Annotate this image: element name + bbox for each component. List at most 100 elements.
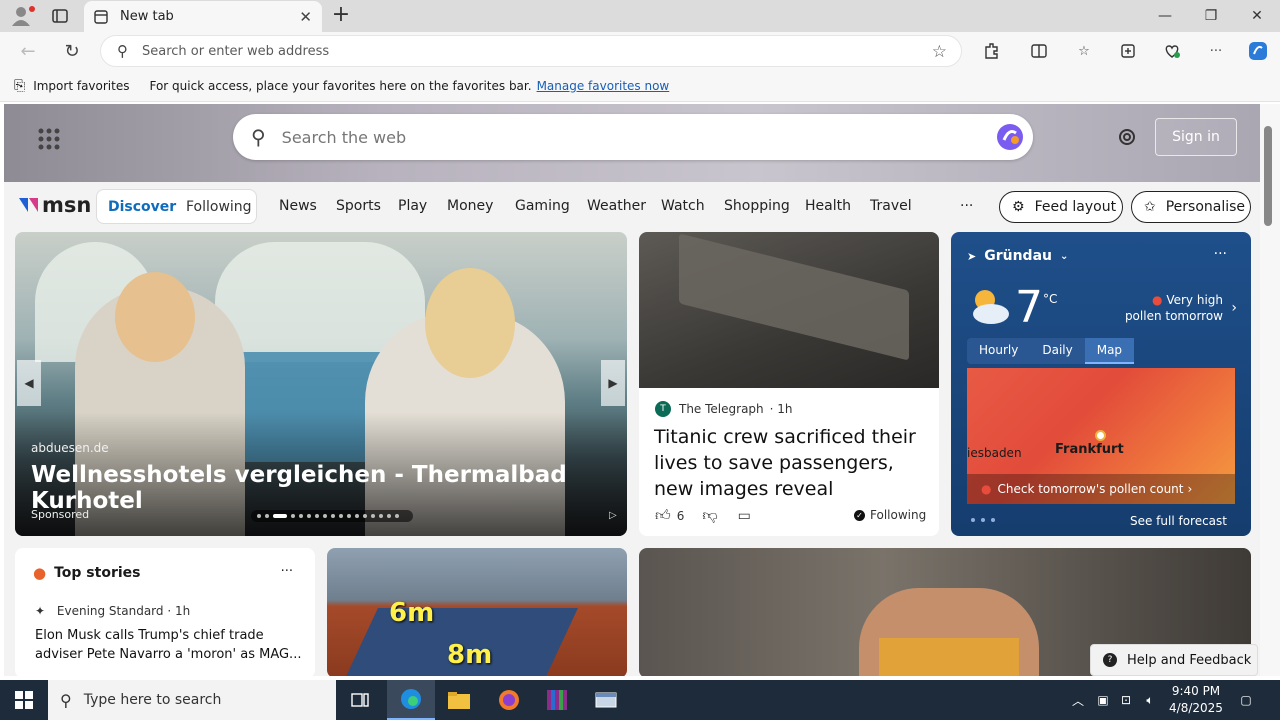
adchoices-icon[interactable]: ▷ bbox=[609, 510, 621, 522]
hero-card[interactable]: ◀ ▶ abduesen.de Wellnesshotels vergleich… bbox=[15, 232, 627, 536]
sign-in-button[interactable]: Sign in bbox=[1155, 118, 1237, 156]
tab-actions-icon[interactable] bbox=[50, 6, 70, 26]
story-age: · 1h bbox=[769, 402, 793, 416]
settings-gear-icon[interactable] bbox=[1116, 126, 1138, 148]
tab-new-tab[interactable]: New tab ✕ bbox=[84, 1, 322, 32]
news-card-titanic[interactable]: T The Telegraph · 1h Titanic crew sacrif… bbox=[639, 232, 939, 536]
tab-daily[interactable]: Daily bbox=[1030, 338, 1084, 364]
chevron-right-icon: › bbox=[1187, 482, 1193, 496]
back-button[interactable]: ← bbox=[17, 40, 39, 62]
msn-logo[interactable]: msn bbox=[16, 192, 91, 218]
settings-more-icon[interactable]: ··· bbox=[1206, 41, 1226, 61]
manage-favorites-link[interactable]: Manage favorites now bbox=[537, 79, 670, 93]
new-tab-button[interactable]: + bbox=[330, 4, 352, 27]
extensions-icon[interactable] bbox=[981, 41, 1001, 61]
personalise-button[interactable]: ✩ Personalise bbox=[1131, 191, 1251, 223]
weather-location[interactable]: ➤ Gründau ⌄ bbox=[967, 248, 1068, 264]
carousel-next-button[interactable]: ▶ bbox=[601, 360, 625, 406]
favorite-star-icon[interactable]: ☆ bbox=[932, 42, 947, 62]
top-story-source-text: Evening Standard · 1h bbox=[56, 604, 191, 618]
nav-shopping[interactable]: Shopping bbox=[724, 198, 790, 214]
winrar-icon[interactable] bbox=[533, 680, 581, 720]
pollen-alert[interactable]: ● Very high pollen tomorrow bbox=[1125, 292, 1223, 324]
nav-money[interactable]: Money bbox=[447, 198, 493, 214]
copilot-icon[interactable] bbox=[995, 122, 1025, 156]
chevron-right-icon[interactable]: › bbox=[1231, 300, 1237, 316]
partly-cloudy-icon bbox=[965, 282, 1013, 334]
comment-icon[interactable]: ▭ bbox=[738, 508, 751, 524]
browser-essentials-icon[interactable] bbox=[1162, 41, 1182, 61]
import-favorites-button[interactable]: Import favorites bbox=[33, 79, 129, 93]
carousel-prev-button[interactable]: ◀ bbox=[17, 360, 41, 406]
hero-headline[interactable]: Wellnesshotels vergleichen - Thermalbad … bbox=[31, 462, 627, 514]
following-badge[interactable]: ✓ Following bbox=[854, 508, 926, 522]
web-search-input[interactable]: ⚲ Search the web bbox=[233, 114, 1033, 160]
split-screen-icon[interactable] bbox=[1029, 41, 1049, 61]
nav-travel[interactable]: Travel bbox=[870, 198, 912, 214]
nav-news[interactable]: News bbox=[279, 198, 317, 214]
feed-layout-button[interactable]: ⚙ Feed layout bbox=[999, 191, 1123, 223]
close-tab-icon[interactable]: ✕ bbox=[299, 8, 312, 26]
tab-hourly[interactable]: Hourly bbox=[967, 338, 1030, 364]
tab-map[interactable]: Map bbox=[1084, 338, 1135, 364]
taskbar-search-placeholder: Type here to search bbox=[83, 692, 222, 708]
start-button[interactable] bbox=[0, 680, 48, 720]
collections-icon[interactable] bbox=[1118, 41, 1138, 61]
devices-icon[interactable]: ▣ bbox=[1093, 690, 1113, 710]
import-favorites-icon[interactable]: ⎘ bbox=[14, 78, 25, 94]
app-window-icon[interactable] bbox=[582, 680, 630, 720]
location-name: Gründau bbox=[984, 248, 1052, 264]
tab-title: New tab bbox=[120, 9, 174, 24]
thumbs-down-icon[interactable]: 👎︎ bbox=[702, 506, 717, 525]
tab-following[interactable]: Following bbox=[186, 199, 252, 215]
top-story-title[interactable]: Elon Musk calls Trump's chief trade advi… bbox=[35, 626, 303, 664]
notifications-icon[interactable]: ▢ bbox=[1236, 690, 1256, 710]
story-title[interactable]: Titanic crew sacrificed their lives to s… bbox=[654, 424, 929, 502]
minimize-button[interactable]: — bbox=[1142, 0, 1188, 32]
refresh-button[interactable]: ↻ bbox=[61, 40, 83, 62]
pollen-map[interactable]: iesbaden Frankfurt ● Check tomorrow's po… bbox=[967, 368, 1235, 504]
scrollbar-thumb[interactable] bbox=[1264, 126, 1272, 226]
nav-watch[interactable]: Watch bbox=[661, 198, 705, 214]
newtab-favicon-icon bbox=[94, 9, 108, 24]
nav-weather[interactable]: Weather bbox=[587, 198, 646, 214]
page-scrollbar[interactable] bbox=[1260, 104, 1280, 676]
help-feedback-button[interactable]: ? Help and Feedback bbox=[1090, 644, 1258, 676]
carousel-indicator[interactable] bbox=[251, 510, 413, 522]
weather-card[interactable]: ➤ Gründau ⌄ ··· 7 °C ● Very high pollen … bbox=[951, 232, 1251, 536]
copilot-icon[interactable] bbox=[1247, 41, 1267, 61]
show-hidden-icons-icon[interactable]: ︿ bbox=[1068, 690, 1088, 710]
favorites-icon[interactable]: ☆ bbox=[1074, 41, 1094, 61]
address-bar[interactable]: ⚲ Search or enter web address ☆ bbox=[100, 35, 962, 67]
close-window-button[interactable]: ✕ bbox=[1234, 0, 1280, 32]
solar-news-card[interactable]: 6m 8m bbox=[327, 548, 627, 676]
thumbs-up-icon[interactable]: 👍︎ bbox=[655, 506, 671, 525]
taskbar-search-input[interactable]: ⚲ Type here to search bbox=[48, 680, 336, 720]
file-explorer-icon[interactable] bbox=[435, 680, 483, 720]
task-view-icon[interactable] bbox=[336, 680, 384, 720]
top-stories-more-icon[interactable]: ··· bbox=[281, 564, 293, 579]
favorites-bar: ⎘ Import favorites For quick access, pla… bbox=[0, 70, 1280, 102]
pollen-banner[interactable]: ● Check tomorrow's pollen count › bbox=[967, 474, 1235, 504]
publisher-name[interactable]: The Telegraph bbox=[679, 402, 764, 416]
taskbar-clock[interactable]: 9:40 PM 4/8/2025 bbox=[1168, 683, 1224, 717]
nav-health[interactable]: Health bbox=[805, 198, 851, 214]
map-city-left: iesbaden bbox=[967, 446, 1022, 460]
nav-play[interactable]: Play bbox=[398, 198, 427, 214]
firefox-icon[interactable] bbox=[485, 680, 533, 720]
nav-sports[interactable]: Sports bbox=[336, 198, 381, 214]
nav-gaming[interactable]: Gaming bbox=[515, 198, 570, 214]
volume-icon[interactable]: 🔈︎ bbox=[1140, 690, 1160, 710]
msn-logo-text: msn bbox=[42, 193, 92, 217]
see-full-forecast-link[interactable]: See full forecast bbox=[1130, 514, 1227, 528]
weather-more-icon[interactable]: ··· bbox=[1214, 246, 1227, 262]
weather-pager[interactable] bbox=[971, 518, 995, 522]
temperature-unit[interactable]: °C bbox=[1043, 292, 1057, 306]
apps-grid-icon[interactable] bbox=[38, 128, 60, 150]
restore-button[interactable]: ❐ bbox=[1188, 0, 1234, 32]
tab-discover[interactable]: Discover bbox=[108, 199, 176, 215]
network-icon[interactable]: ⊡ bbox=[1116, 690, 1136, 710]
nav-more-button[interactable]: ··· bbox=[960, 198, 973, 214]
profile-icon[interactable] bbox=[8, 4, 36, 28]
edge-taskbar-icon[interactable] bbox=[387, 680, 435, 720]
